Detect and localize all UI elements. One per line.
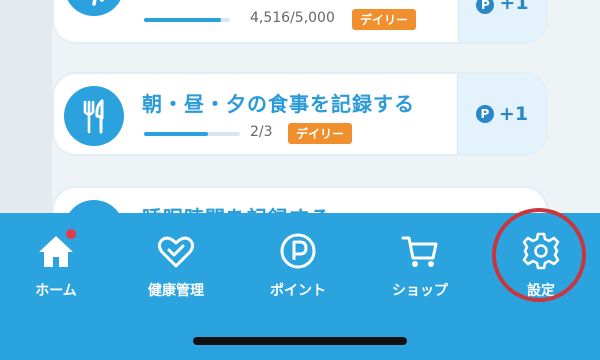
running-icon [64,0,124,16]
point-icon [278,231,318,271]
nav-label: ホーム [35,283,77,299]
notification-dot [64,227,78,241]
reward-value: +1 [498,103,529,125]
reward-value: +1 [499,0,529,14]
nav-item-health[interactable]: 健康管理 [126,231,226,300]
daily-badge: デイリー [352,9,417,30]
progress-fill [144,132,209,136]
background-panel [0,0,52,213]
nav-item-home[interactable]: ホーム [6,227,106,300]
home-indicator[interactable] [193,337,407,345]
mission-card-steps[interactable]: 4,516/5,000 デイリー P +1 [52,0,548,44]
point-icon: P [476,0,495,14]
cart-icon [400,231,440,271]
settings-highlight-ring [492,208,586,302]
mission-card-meals[interactable]: 朝・昼・夕の食事を記録する 2/3 デイリー P +1 [52,72,548,156]
nav-item-points[interactable]: ポイント [248,231,348,300]
heart-check-icon [156,231,196,271]
progress-bar [144,18,230,22]
daily-badge: デイリー [288,123,353,144]
nav-item-shop[interactable]: ショップ [370,231,470,300]
reward-panel: P +1 [457,74,546,154]
progress-bar [144,132,240,136]
reward-panel: P +1 [458,0,546,42]
progress-text: 2/3 [250,124,273,140]
nav-label: 健康管理 [148,283,204,299]
fork-knife-icon [64,86,124,146]
progress-fill [144,18,222,22]
nav-label: ポイント [270,283,326,299]
mission-title: 朝・昼・夕の食事を記録する [142,92,415,116]
home-icon [36,227,78,271]
point-icon: P [475,105,494,123]
progress-text: 4,516/5,000 [250,10,335,26]
nav-label: ショップ [392,283,448,299]
